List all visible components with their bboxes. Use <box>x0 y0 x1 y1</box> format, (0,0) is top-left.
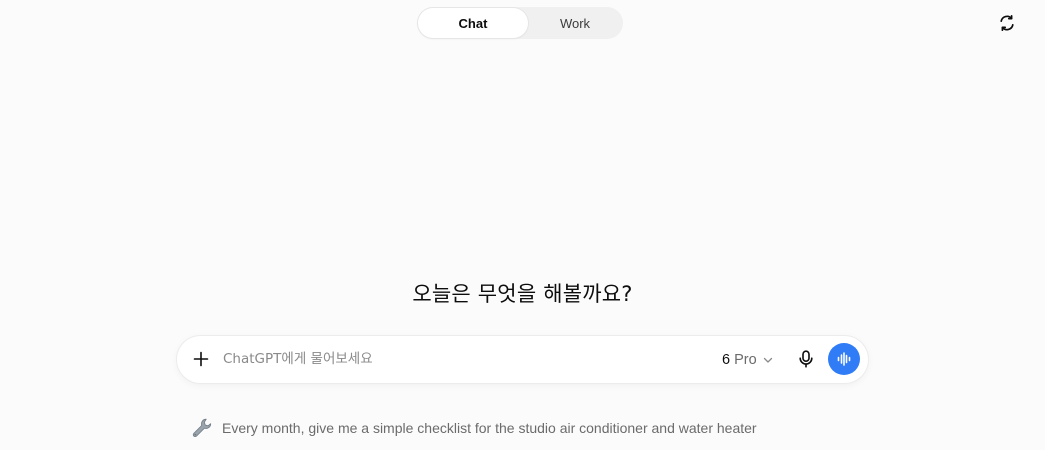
chevron-down-icon <box>763 357 772 363</box>
model-name: Pro <box>734 352 757 368</box>
voice-mode-button[interactable] <box>828 343 860 375</box>
prompt-input[interactable] <box>223 348 703 370</box>
mode-toggle: Chat Work <box>417 7 623 39</box>
plus-icon <box>193 351 209 367</box>
model-selector[interactable]: 6 Pro <box>722 349 773 371</box>
composer: 6 Pro <box>177 336 868 383</box>
tab-chat-label: Chat <box>458 15 488 31</box>
model-version: 6 <box>722 352 731 368</box>
voice-waveform-icon <box>837 352 851 366</box>
refresh-icon <box>1000 14 1014 32</box>
wrench-icon <box>190 416 214 440</box>
microphone-icon <box>799 350 813 368</box>
chat-home: Chat Work 오늘은 무엇을 해볼까요? 6 Pro <box>0 0 1045 450</box>
add-attachment-button[interactable] <box>190 348 212 370</box>
tab-work[interactable]: Work <box>528 8 622 38</box>
tab-work-label: Work <box>559 15 591 31</box>
refresh-button[interactable] <box>997 13 1017 33</box>
page-title: 오늘은 무엇을 해볼까요? <box>412 282 633 306</box>
dictate-button[interactable] <box>795 348 817 370</box>
suggestion-text: Every month, give me a simple checklist … <box>222 420 757 436</box>
tab-chat[interactable]: Chat <box>418 8 528 38</box>
suggestion-item[interactable]: Every month, give me a simple checklist … <box>190 416 757 440</box>
